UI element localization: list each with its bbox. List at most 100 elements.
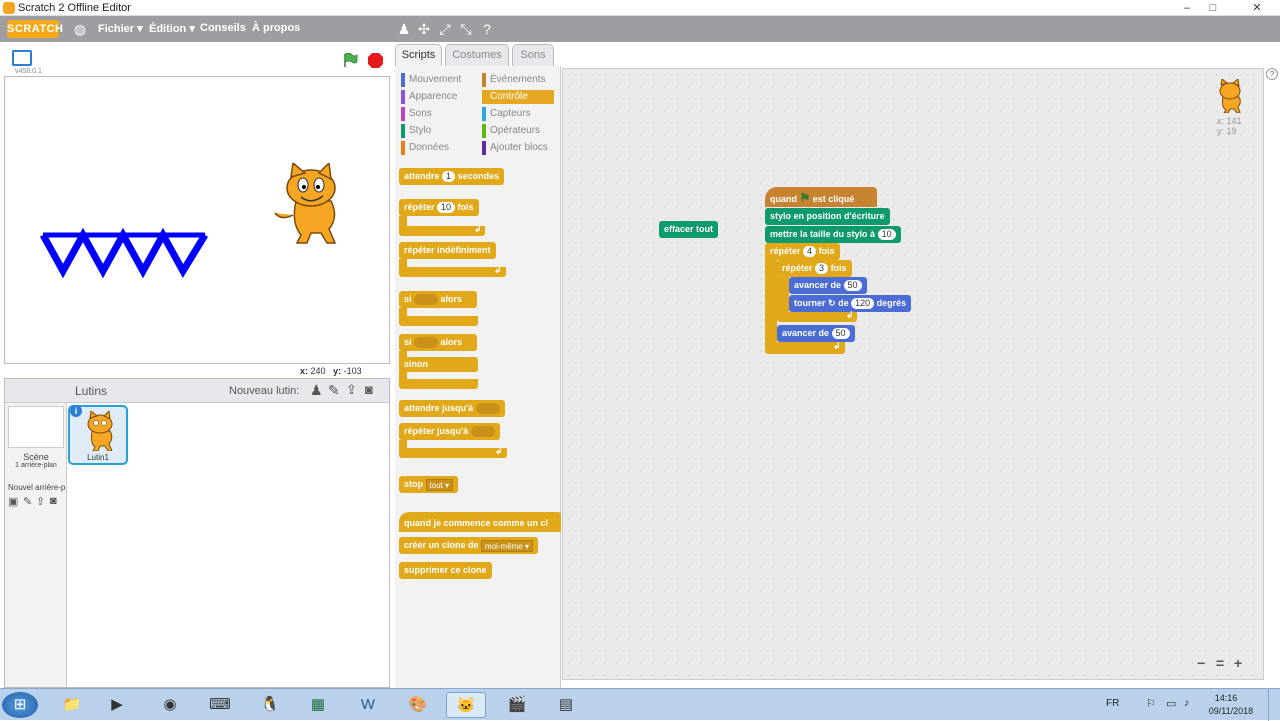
shrink-icon[interactable]: ⤡: [458, 21, 474, 37]
category-data[interactable]: Données: [401, 141, 449, 155]
stage-header: v458.0.1: [4, 44, 390, 76]
sprites-title: Lutins: [75, 384, 108, 398]
clock-date[interactable]: 09/11/2018: [1206, 706, 1256, 716]
chrome-icon[interactable]: ◉: [150, 692, 190, 718]
media-player-icon[interactable]: ▶: [97, 692, 137, 718]
block-forever[interactable]: répéter indéfiniment: [399, 242, 496, 259]
cat-thumbnail-icon: [87, 411, 113, 451]
block-repeat-until[interactable]: répéter jusqu'à: [399, 423, 500, 440]
block-wait[interactable]: attendre 1 secondes: [399, 168, 505, 185]
script-area[interactable]: x: 141 y: 19 effacer tout quand ⚑ est cl…: [562, 68, 1264, 680]
category-operators[interactable]: Opérateurs: [482, 124, 540, 138]
tab-scripts[interactable]: Scripts: [395, 44, 442, 66]
sprite-x: x: 141: [1217, 116, 1242, 126]
scratch-logo[interactable]: SCRATCH: [7, 20, 63, 38]
excel-icon[interactable]: ▦: [298, 692, 338, 718]
minimize-button[interactable]: –: [1174, 0, 1200, 16]
category-control[interactable]: Contrôle: [482, 90, 554, 104]
block-if-else[interactable]: si alors: [399, 334, 477, 351]
sprite-y: y: 19: [1217, 126, 1237, 136]
menu-file[interactable]: Fichier ▾: [98, 22, 143, 35]
show-desktop-button[interactable]: [1268, 689, 1280, 721]
new-sprite-label: Nouveau lutin:: [229, 385, 300, 397]
paint-sprite-icon[interactable]: ✎: [328, 382, 340, 399]
block-when-clone-start[interactable]: quand je commence comme un cl: [399, 512, 561, 532]
clock-time[interactable]: 14:16: [1206, 693, 1246, 703]
block-pen-down[interactable]: stylo en position d'écriture: [765, 208, 890, 225]
category-pen[interactable]: Stylo: [401, 124, 431, 138]
maximize-button[interactable]: □: [1200, 0, 1226, 16]
block-wait-until[interactable]: attendre jusqu'à: [399, 400, 505, 417]
volume-icon[interactable]: ♪: [1184, 697, 1190, 709]
cat-sprite-icon[interactable]: [271, 163, 351, 247]
block-delete-clone[interactable]: supprimer ce clone: [399, 562, 492, 579]
category-looks[interactable]: Apparence: [401, 90, 457, 104]
block-when-flag-clicked[interactable]: quand ⚑ est cliqué: [765, 187, 877, 207]
scratch-taskbar-icon[interactable]: 🐱: [446, 692, 486, 718]
grow-icon[interactable]: ⤢: [437, 21, 453, 37]
choose-sprite-icon[interactable]: ♟: [310, 382, 323, 399]
menu-edit[interactable]: Édition ▾: [149, 22, 195, 35]
start-button[interactable]: ⊞: [2, 692, 38, 718]
block-set-pen-size[interactable]: mettre la taille du stylo à 10: [765, 226, 901, 243]
word-icon[interactable]: W: [348, 692, 388, 718]
block-move-inner[interactable]: avancer de 50: [789, 277, 867, 294]
backdrop-image-icon[interactable]: ▣: [8, 495, 18, 508]
new-backdrop-label: Nouvel arrière-p: [8, 483, 66, 492]
taskbar: ⊞ 📁 ▶ ◉ ⌨ 🐧 ▦ W 🎨 🐱 🎬 ▤ FR ⚐ ▭ ♪ 14:16 0…: [0, 688, 1280, 721]
tab-costumes[interactable]: Costumes: [445, 44, 509, 66]
block-if-then[interactable]: si alors: [399, 291, 477, 308]
green-flag-icon[interactable]: [342, 52, 358, 68]
stage-sub-label: 1 arrière-plan: [15, 462, 57, 469]
block-stop[interactable]: stop tout ▾: [399, 476, 459, 493]
keyboard-icon[interactable]: ⌨: [200, 692, 240, 718]
sprite-header: Lutins Nouveau lutin: ♟ ✎ ⇪ ◙: [5, 379, 389, 403]
camera-backdrop-icon[interactable]: ◙: [50, 495, 57, 507]
block-repeat-outer[interactable]: répéter 4 fois: [765, 243, 840, 260]
fullscreen-icon[interactable]: [12, 50, 32, 66]
zoom-out-button[interactable]: −: [1197, 655, 1205, 671]
sprite-pane: Lutins Nouveau lutin: ♟ ✎ ⇪ ◙ Scène 1 ar…: [4, 378, 390, 688]
menu-about[interactable]: À propos: [252, 22, 300, 34]
app-icon: [3, 2, 15, 14]
zoom-reset-button[interactable]: =: [1216, 655, 1224, 671]
sprite-name: Lutin1: [87, 453, 109, 462]
sprite-thumbnail[interactable]: i Lutin1: [68, 405, 128, 465]
upload-sprite-icon[interactable]: ⇪: [346, 382, 357, 398]
green-flag-icon: ⚑: [799, 191, 811, 205]
category-sensing[interactable]: Capteurs: [482, 107, 531, 121]
block-move-outer[interactable]: avancer de 50: [777, 325, 855, 342]
zoom-in-button[interactable]: +: [1234, 655, 1242, 671]
duplicate-icon[interactable]: ♟: [396, 21, 412, 37]
category-motion[interactable]: Mouvement: [401, 73, 461, 87]
stage-canvas[interactable]: [4, 76, 390, 364]
block-repeat[interactable]: répéter 10 fois: [399, 199, 479, 216]
category-sound[interactable]: Sons: [401, 107, 432, 121]
menu-tips[interactable]: Conseils: [200, 22, 246, 34]
cut-icon[interactable]: ✣: [416, 21, 432, 37]
upload-backdrop-icon[interactable]: ⇪: [36, 495, 45, 508]
category-events[interactable]: Événements: [482, 73, 546, 87]
category-more-blocks[interactable]: Ajouter blocs: [482, 141, 548, 155]
stop-icon[interactable]: [367, 52, 384, 69]
stage-thumbnail[interactable]: [8, 406, 64, 448]
block-clear[interactable]: effacer tout: [659, 221, 719, 238]
globe-icon[interactable]: ◍: [72, 21, 88, 37]
block-create-clone[interactable]: créer un clone de moi-même ▾: [399, 537, 539, 554]
calculator-icon[interactable]: ▤: [546, 692, 586, 718]
network-icon[interactable]: ▭: [1166, 697, 1176, 710]
help-icon[interactable]: ?: [479, 21, 495, 37]
paint-backdrop-icon[interactable]: ✎: [23, 495, 32, 508]
close-button[interactable]: ✕: [1240, 0, 1274, 16]
block-palette: Mouvement Événements Apparence Contrôle …: [395, 66, 561, 688]
block-repeat-inner[interactable]: répéter 3 fois: [777, 260, 852, 277]
help-sidebar-icon[interactable]: ?: [1266, 68, 1278, 80]
camera-icon[interactable]: ◙: [365, 382, 373, 397]
tab-sounds[interactable]: Sons: [512, 44, 554, 66]
linux-penguin-icon[interactable]: 🐧: [250, 692, 290, 718]
tray-flag-icon[interactable]: ⚐: [1146, 697, 1156, 710]
explorer-icon[interactable]: 📁: [52, 692, 92, 718]
recorder-icon[interactable]: 🎬: [497, 692, 537, 718]
paint-icon[interactable]: 🎨: [398, 692, 438, 718]
language-indicator[interactable]: FR: [1106, 698, 1119, 709]
